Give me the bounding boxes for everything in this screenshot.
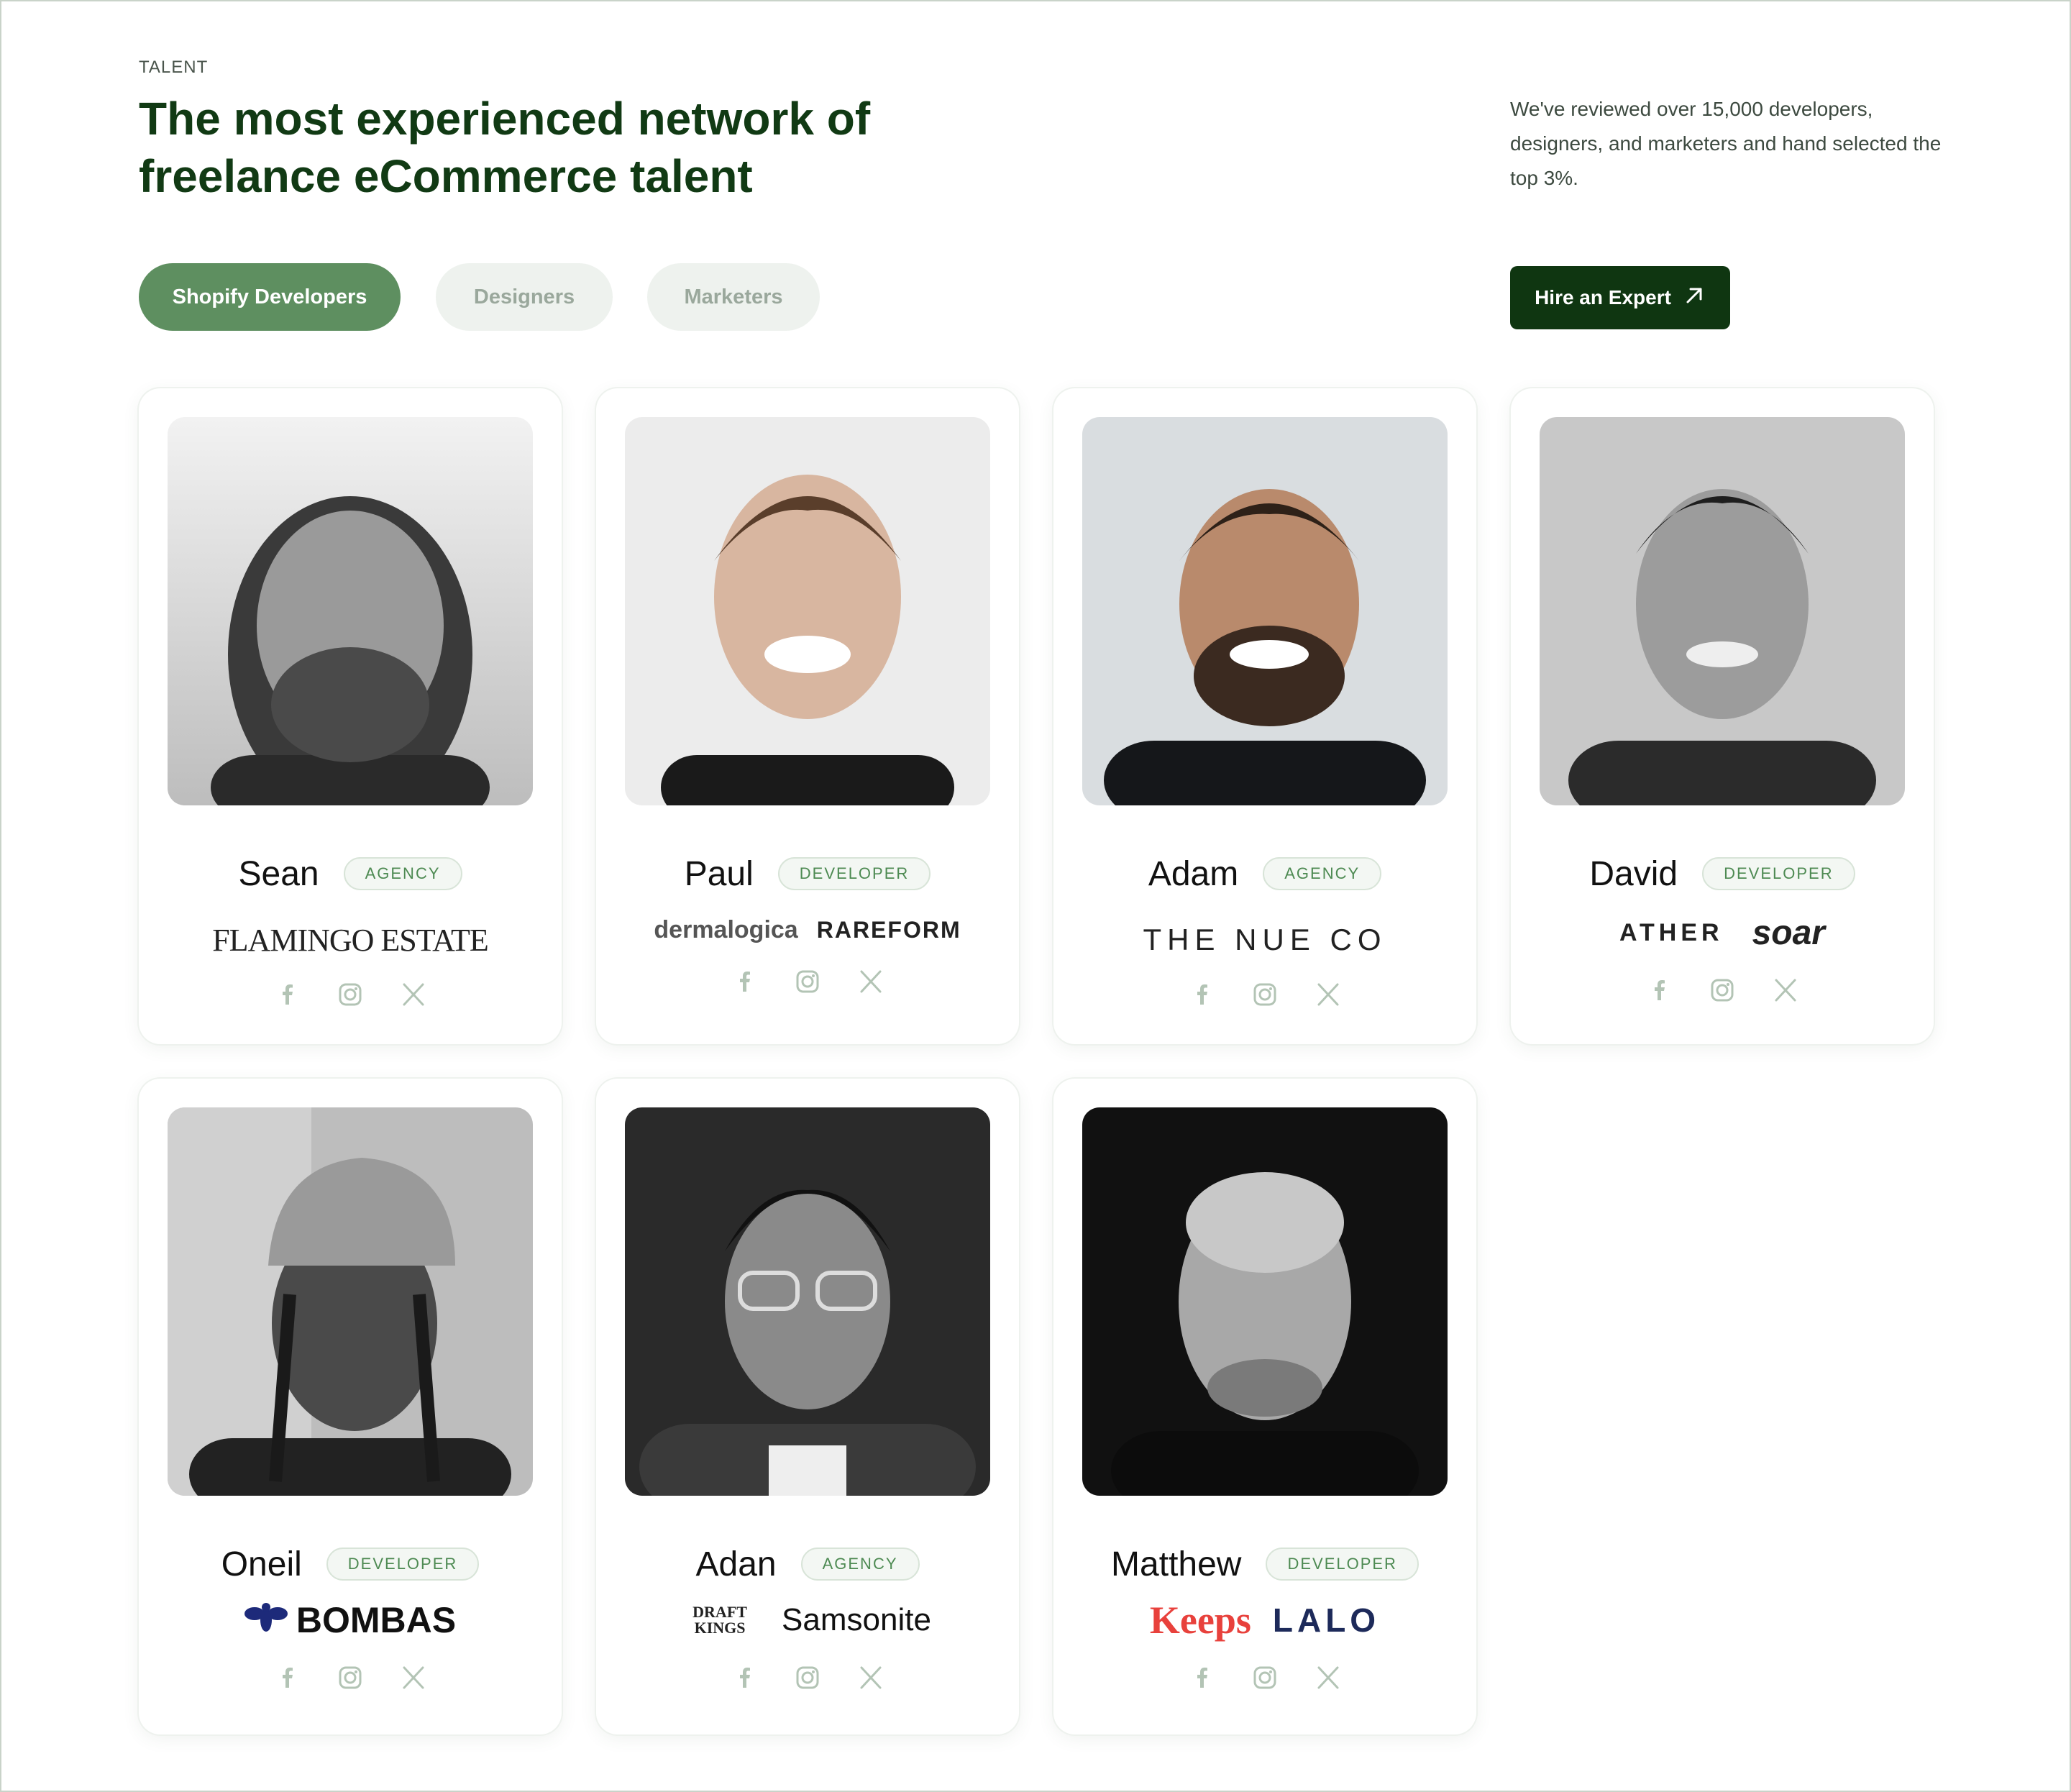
facebook-icon[interactable] xyxy=(1187,1663,1216,1692)
facebook-icon[interactable] xyxy=(730,967,759,996)
instagram-icon[interactable] xyxy=(1251,1663,1279,1692)
talent-photo xyxy=(625,417,990,805)
x-icon[interactable] xyxy=(1314,1663,1343,1692)
role-badge: AGENCY xyxy=(343,857,462,890)
arrow-up-right-icon xyxy=(1683,284,1706,312)
facebook-icon[interactable] xyxy=(273,1663,301,1692)
bee-logo-icon xyxy=(244,1601,288,1640)
x-icon[interactable] xyxy=(399,1663,428,1692)
talent-name: Sean xyxy=(238,854,319,893)
x-icon[interactable] xyxy=(1771,976,1800,1005)
talent-photo xyxy=(1082,1107,1448,1496)
x-icon[interactable] xyxy=(856,1663,885,1692)
talent-photo xyxy=(1082,417,1448,805)
instagram-icon[interactable] xyxy=(1251,980,1279,1009)
talent-name: Adam xyxy=(1148,854,1239,893)
talent-card-sean[interactable]: Sean AGENCY FLAMINGO ESTATE xyxy=(139,388,562,1044)
talent-photo xyxy=(168,417,533,805)
client-logo: FLAMINGO ESTATE xyxy=(212,922,489,958)
instagram-icon[interactable] xyxy=(336,980,365,1009)
talent-card-david[interactable]: David DEVELOPER ATHER soar xyxy=(1511,388,1934,1044)
client-logo: Keeps xyxy=(1149,1599,1251,1642)
talent-name: Oneil xyxy=(221,1545,302,1583)
tab-designers[interactable]: Designers xyxy=(436,263,613,331)
tab-shopify-developers[interactable]: Shopify Developers xyxy=(139,263,401,331)
client-logo: BOMBAS xyxy=(296,1600,457,1640)
client-logo: soar xyxy=(1752,913,1825,952)
instagram-icon[interactable] xyxy=(793,1663,822,1692)
role-badge: AGENCY xyxy=(1263,857,1382,890)
x-icon[interactable] xyxy=(399,980,428,1009)
talent-photo xyxy=(1540,417,1905,805)
client-logo: ATHER xyxy=(1619,918,1724,946)
talent-card-oneil[interactable]: Oneil DEVELOPER BOMBAS xyxy=(139,1079,562,1734)
role-badge: DEVELOPER xyxy=(1702,857,1855,890)
instagram-icon[interactable] xyxy=(793,967,822,996)
role-badge: DEVELOPER xyxy=(1266,1548,1419,1581)
client-logo: LALO xyxy=(1272,1601,1381,1639)
client-logo: RAREFORM xyxy=(816,916,961,943)
instagram-icon[interactable] xyxy=(1708,976,1737,1005)
client-logo: DRAFT KINGS xyxy=(692,1603,747,1637)
hire-button-label: Hire an Expert xyxy=(1535,286,1671,308)
section-eyebrow: TALENT xyxy=(139,58,209,77)
role-badge: AGENCY xyxy=(800,1548,920,1581)
facebook-icon[interactable] xyxy=(273,980,301,1009)
hire-an-expert-button[interactable]: Hire an Expert xyxy=(1510,266,1730,329)
facebook-icon[interactable] xyxy=(1187,980,1216,1009)
tab-marketers[interactable]: Marketers xyxy=(647,263,820,331)
section-intro: We've reviewed over 15,000 developers, d… xyxy=(1510,98,1942,189)
client-logo: dermalogica xyxy=(654,915,798,943)
talent-card-adam[interactable]: Adam AGENCY THE NUE CO xyxy=(1053,388,1476,1044)
talent-photo xyxy=(168,1107,533,1496)
x-icon[interactable] xyxy=(856,967,885,996)
x-icon[interactable] xyxy=(1314,980,1343,1009)
facebook-icon[interactable] xyxy=(1645,976,1673,1005)
client-logo: Samsonite xyxy=(782,1602,931,1637)
instagram-icon[interactable] xyxy=(336,1663,365,1692)
section-headline: The most experienced network of freelanc… xyxy=(139,93,871,202)
client-logo: THE NUE CO xyxy=(1143,923,1387,956)
facebook-icon[interactable] xyxy=(730,1663,759,1692)
role-badge: DEVELOPER xyxy=(777,857,931,890)
talent-name: Paul xyxy=(684,854,754,893)
talent-name: Adan xyxy=(695,1545,777,1583)
talent-card-paul[interactable]: Paul DEVELOPER dermalogica RAREFORM xyxy=(596,388,1019,1044)
talent-name: David xyxy=(1589,854,1678,893)
talent-card-matthew[interactable]: Matthew DEVELOPER Keeps LALO xyxy=(1053,1079,1476,1734)
talent-name: Matthew xyxy=(1111,1545,1242,1583)
role-badge: DEVELOPER xyxy=(326,1548,480,1581)
talent-photo xyxy=(625,1107,990,1496)
talent-card-adan[interactable]: Adan AGENCY DRAFT KINGS Samsonite xyxy=(596,1079,1019,1734)
